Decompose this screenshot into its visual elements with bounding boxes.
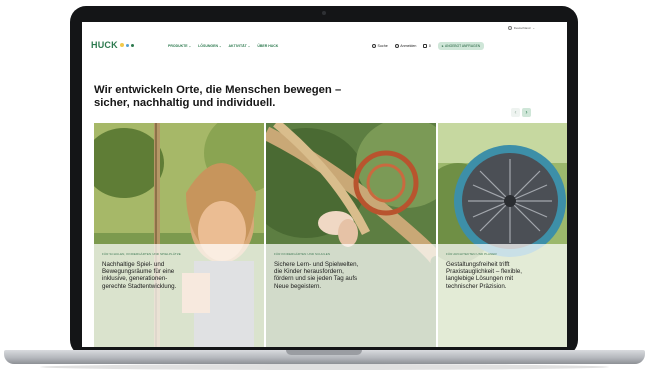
headline-line-1: Wir entwickeln Orte, die Menschen bewege… — [94, 84, 342, 96]
card-architects[interactable]: FÜR ARCHITEKTEN UND PLANER Gestaltungsfr… — [438, 123, 567, 347]
card-schools[interactable]: FÜR SCHULEN, KINDERGÄRTEN UND SPIELPLÄTZ… — [94, 123, 264, 347]
card-description: Nachhaltige Spiel- und Bewegungsräume fü… — [102, 261, 177, 290]
card-overlay — [438, 244, 567, 347]
logo[interactable]: HUCK — [91, 40, 134, 50]
card-category: FÜR SCHULEN, KINDERGÄRTEN UND SPIELPLÄTZ… — [102, 252, 181, 256]
chevron-down-icon: ⌄ — [247, 44, 251, 48]
search-button[interactable]: Suche — [372, 44, 388, 48]
language-selector[interactable]: Deutschland ⌄ — [507, 26, 535, 30]
login-button[interactable]: Anmelden — [394, 44, 416, 48]
cart-count: 0 — [428, 44, 431, 48]
card-category: FÜR KINDERGÄRTEN UND SCHULEN — [274, 252, 331, 256]
user-icon — [394, 44, 399, 48]
card-kindergartens[interactable]: FÜR KINDERGÄRTEN UND SCHULEN Sichere Ler… — [266, 123, 436, 347]
page-headline: Wir entwickeln Orte, die Menschen bewege… — [94, 84, 394, 109]
site-header: HUCK PRODUKTE ⌄ LÖSUNGEN ⌄ AKTIVITÄT ⌄ ÜBER… — [82, 38, 567, 56]
nav-item-ueber-huck[interactable]: ÜBER HUCK — [257, 44, 278, 48]
camera — [322, 11, 326, 15]
card-overlay — [266, 244, 436, 347]
request-quote-button[interactable]: ▸ ANGEBOT ANFRAGEN — [437, 42, 485, 50]
globe-icon — [507, 26, 512, 30]
nav-item-aktivitaet[interactable]: AKTIVITÄT ⌄ — [229, 44, 251, 48]
card-category: FÜR ARCHITEKTEN UND PLANER — [446, 252, 497, 256]
carousel-controls: ‹ › — [511, 108, 531, 117]
main-nav: PRODUKTE ⌄ LÖSUNGEN ⌄ AKTIVITÄT ⌄ ÜBER HUCK — [168, 44, 278, 48]
card-description: Gestaltungsfreiheit trifft Praxistauglic… — [446, 261, 523, 290]
logo-dot-green — [130, 43, 134, 47]
logo-wordmark: HUCK — [91, 40, 118, 50]
carousel-next-button[interactable]: › — [522, 108, 531, 117]
card-overlay — [94, 244, 264, 347]
header-tools: Suche Anmelden 0 ▸ ANGEBOT ANFRAGEN — [372, 42, 485, 50]
chevron-down-icon: ⌄ — [188, 44, 192, 48]
laptop-notch — [286, 350, 362, 355]
chevron-down-icon: ⌄ — [532, 26, 535, 30]
arrow-icon: ▸ — [441, 44, 444, 48]
chevron-right-icon: › — [525, 109, 528, 116]
cart-button[interactable]: 0 — [423, 44, 431, 48]
logo-dot-blue — [125, 43, 129, 47]
logo-dot-yellow — [119, 43, 124, 47]
chevron-left-icon: ‹ — [514, 109, 517, 116]
nav-item-loesungen[interactable]: LÖSUNGEN ⌄ — [198, 44, 221, 48]
headline-line-2: sicher, nachhaltig und individuell. — [94, 96, 276, 109]
nav-item-produkte[interactable]: PRODUKTE ⌄ — [168, 44, 191, 48]
cart-icon — [423, 44, 428, 48]
website-screen: Deutschland ⌄ HUCK PRODUKTE ⌄ LÖSUNGEN ⌄ A… — [82, 22, 567, 347]
language-label: Deutschland — [513, 26, 531, 30]
carousel-prev-button[interactable]: ‹ — [511, 108, 520, 117]
laptop-shadow — [40, 364, 609, 370]
chevron-down-icon: ⌄ — [219, 44, 222, 48]
card-description: Sichere Lern- und Spielwelten, die Kinde… — [274, 261, 359, 290]
search-icon — [372, 44, 376, 48]
